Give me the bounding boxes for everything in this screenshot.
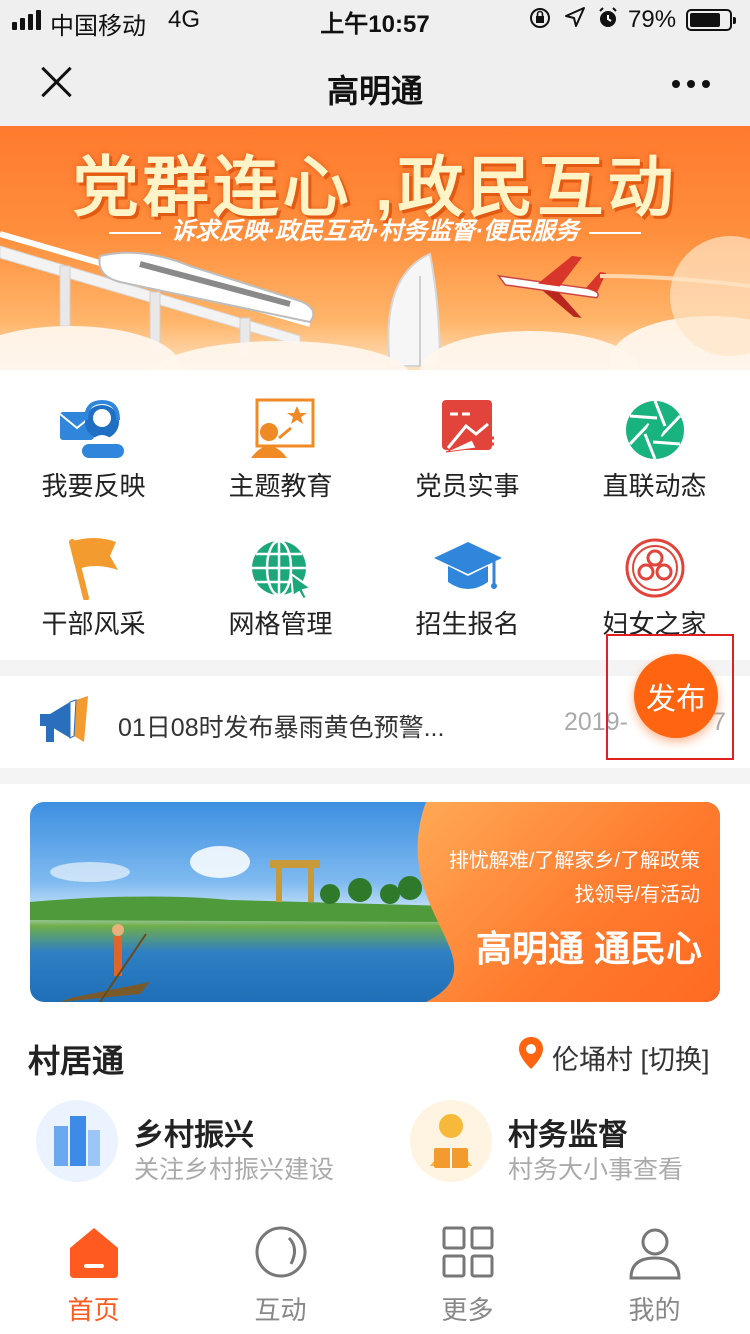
app-root: 中国移动 4G 上午10:57 79% 高明通 党群连心 ,政民互动 诉求反映·… — [0, 0, 750, 1334]
globe-icon — [245, 536, 317, 601]
buildings-icon — [36, 1100, 118, 1182]
flag-icon — [58, 536, 130, 601]
grid-item-grid-management[interactable]: 网格管理 — [187, 518, 374, 658]
tab-interaction[interactable]: 互动 — [187, 1210, 374, 1334]
megaphone-icon — [36, 696, 92, 753]
aperture-icon — [619, 398, 691, 462]
navigation-bar: 高明通 — [0, 40, 750, 126]
grid-item-label: 我要反映 — [41, 471, 146, 501]
home-icon — [66, 1224, 122, 1280]
circle-icon — [253, 1224, 309, 1280]
grid-item-label: 干部风采 — [41, 609, 146, 639]
grid-item-label: 招生报名 — [415, 609, 520, 639]
card-village-supervision[interactable]: 村务监督 村务大小事查看 — [410, 1100, 730, 1190]
grid-item-party-member[interactable]: 党员实事 — [374, 380, 561, 520]
rotation-lock-icon — [528, 6, 552, 36]
grid-item-enrollment[interactable]: 招生报名 — [374, 518, 561, 658]
section-title-village: 村居通 — [28, 1043, 125, 1079]
publish-button[interactable]: 发布 — [634, 654, 718, 738]
battery-percent: 79% — [628, 6, 677, 33]
tab-label: 更多 — [441, 1295, 494, 1325]
card-title: 乡村振兴 — [134, 1119, 254, 1152]
section-divider — [0, 768, 750, 784]
grid-item-label: 直联动态 — [602, 471, 707, 501]
more-icon[interactable] — [672, 80, 710, 88]
hero-banner[interactable]: 党群连心 ,政民互动 诉求反映·政民互动·村务监督·便民服务 — [0, 126, 750, 370]
women-emblem-icon — [619, 536, 691, 600]
tab-bar: 首页 互动 更多 我的 — [0, 1210, 750, 1334]
grid-item-label: 网格管理 — [228, 609, 333, 639]
card-subtitle: 村务大小事查看 — [508, 1156, 684, 1184]
grid-icon — [440, 1224, 496, 1280]
alarm-icon — [596, 6, 620, 36]
location-arrow-icon — [564, 6, 586, 34]
page-title: 高明通 — [326, 73, 423, 109]
card-subtitle: 关注乡村振兴建设 — [134, 1156, 335, 1184]
tab-label: 互动 — [254, 1295, 307, 1325]
location-label: 伦埇村 [切换] — [552, 1045, 710, 1075]
party-member-icon — [432, 398, 504, 462]
tab-more[interactable]: 更多 — [374, 1210, 561, 1334]
grid-item-direct-link[interactable]: 直联动态 — [561, 380, 748, 520]
notice-text: 01日08时发布暴雨黄色预警... — [118, 714, 445, 742]
promo-line-2: 找领导/有活动 — [574, 884, 700, 906]
promo-line-1: 排忧解难/了解家乡/了解政策 — [448, 850, 700, 872]
feedback-icon — [58, 398, 130, 462]
location-pin-icon — [518, 1036, 544, 1077]
hero-subline: 诉求反映·政民互动·村务监督·便民服务 — [0, 211, 750, 246]
promo-slogan: 高明通 通民心 — [475, 928, 702, 969]
user-icon — [627, 1224, 683, 1280]
grid-item-education[interactable]: 主题教育 — [187, 380, 374, 520]
graduation-cap-icon — [432, 536, 504, 600]
card-rural-revitalization[interactable]: 乡村振兴 关注乡村振兴建设 — [36, 1100, 366, 1190]
feature-grid: 我要反映 主题教育 党员实事 直联动态 干部风采 网格管理 招生报名 妇女之家 — [0, 380, 750, 660]
grid-item-feedback[interactable]: 我要反映 — [0, 380, 187, 520]
grid-item-label: 主题教育 — [228, 471, 333, 501]
reader-icon — [410, 1100, 492, 1182]
grid-item-label: 党员实事 — [415, 471, 520, 501]
tab-home[interactable]: 首页 — [0, 1210, 187, 1334]
tab-label: 首页 — [67, 1295, 120, 1325]
battery-icon — [686, 9, 736, 31]
tab-profile[interactable]: 我的 — [561, 1210, 748, 1334]
tab-label: 我的 — [628, 1295, 681, 1325]
grid-item-cadre[interactable]: 干部风采 — [0, 518, 187, 658]
education-icon — [245, 398, 317, 462]
card-title: 村务监督 — [508, 1119, 628, 1152]
status-bar: 中国移动 4G 上午10:57 79% — [0, 0, 750, 40]
promo-banner[interactable]: 排忧解难/了解家乡/了解政策 找领导/有活动 高明通 通民心 — [30, 802, 720, 1002]
